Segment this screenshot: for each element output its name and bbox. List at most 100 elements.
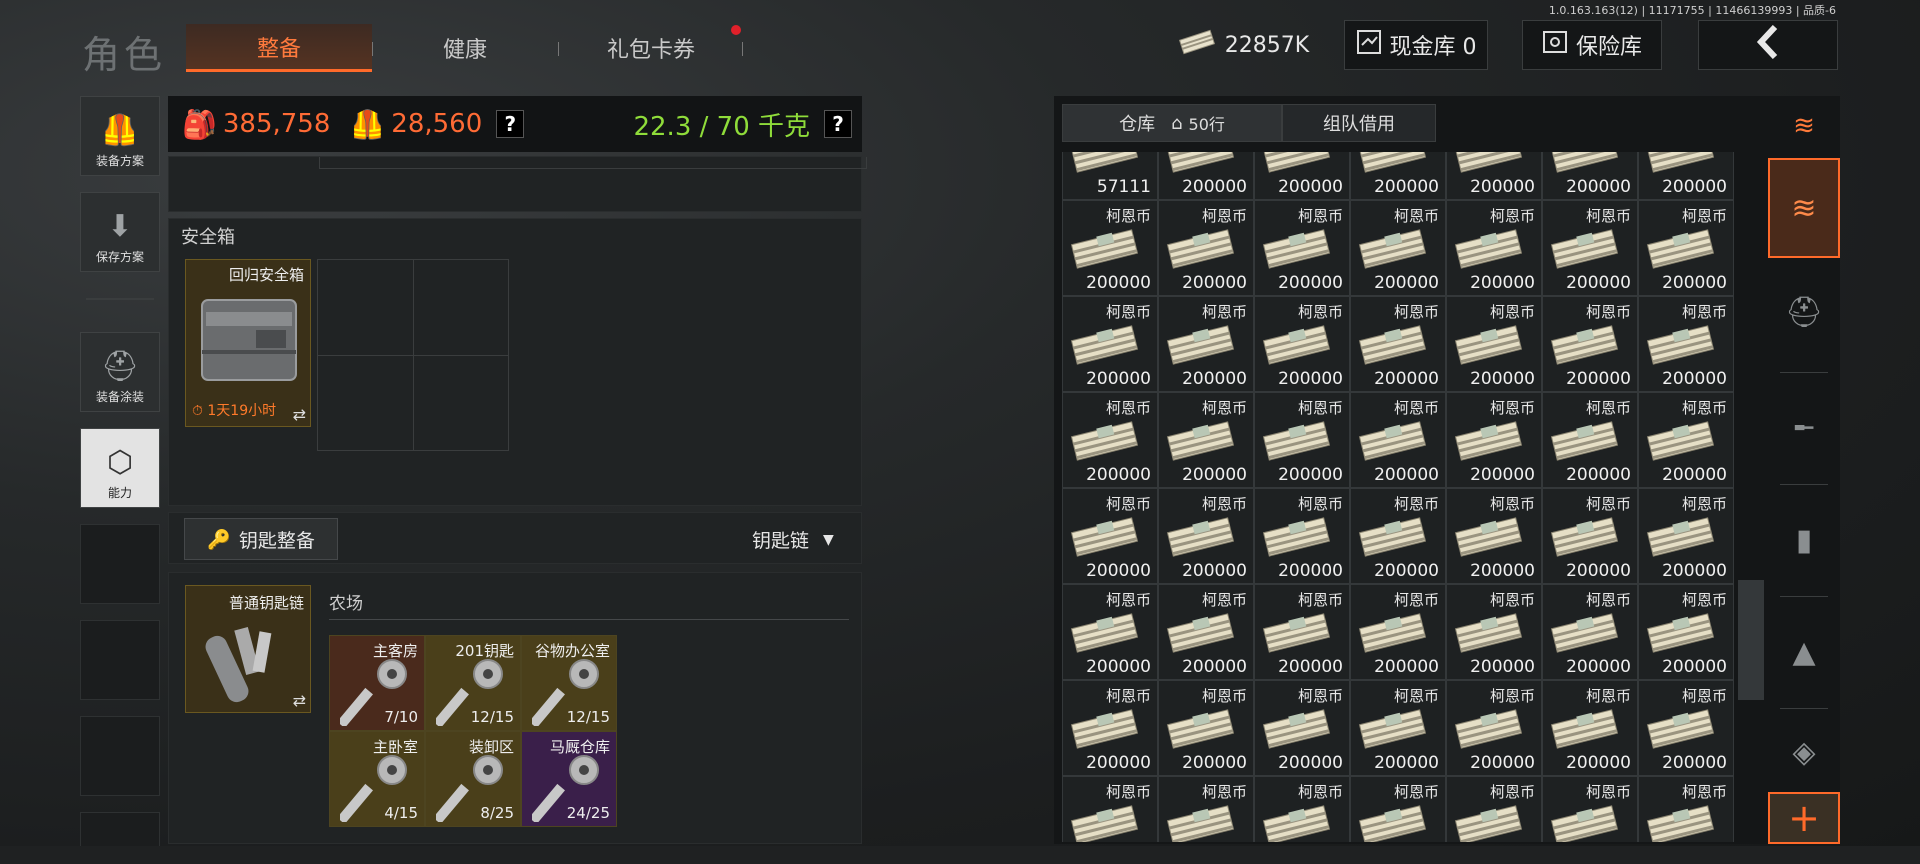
swap-icon[interactable]: ⇄ <box>293 405 306 424</box>
stash-item[interactable]: 柯恩币200000 <box>1158 488 1254 584</box>
stash-item[interactable]: 柯恩币200000 <box>1542 584 1638 680</box>
stash-item[interactable]: 柯恩币200000 <box>1638 776 1734 842</box>
stash-item[interactable]: 柯恩币200000 <box>1446 680 1542 776</box>
cash-vault-button[interactable]: 现金库 0 <box>1344 20 1488 70</box>
stash-item[interactable]: 柯恩币200000 <box>1254 200 1350 296</box>
stash-item[interactable]: 柯恩币200000 <box>1542 296 1638 392</box>
stash-item[interactable]: 柯恩币200000 <box>1350 152 1446 200</box>
stash-item[interactable]: 柯恩币200000 <box>1542 392 1638 488</box>
keychain-dropdown[interactable]: 钥匙链 ▼ <box>752 526 834 553</box>
stash-item[interactable]: 柯恩币200000 <box>1350 296 1446 392</box>
stash-item[interactable]: 柯恩币200000 <box>1638 392 1734 488</box>
stash-item[interactable]: 柯恩币200000 <box>1158 584 1254 680</box>
stash-item[interactable]: 柯恩币200000 <box>1446 392 1542 488</box>
stash-item[interactable]: 柯恩币200000 <box>1062 296 1158 392</box>
stash-item[interactable]: 柯恩币200000 <box>1350 776 1446 842</box>
loadout-plan-button[interactable]: 🦺 装备方案 <box>80 96 160 176</box>
stash-item[interactable]: 柯恩币200000 <box>1158 680 1254 776</box>
stash-item[interactable]: 柯恩币200000 <box>1446 200 1542 296</box>
add-button[interactable]: + <box>1768 792 1840 844</box>
stash-item[interactable]: 柯恩币200000 <box>1350 200 1446 296</box>
help-icon[interactable]: ? <box>496 110 525 138</box>
key-setup-button[interactable]: 🔑 钥匙整备 <box>184 518 338 560</box>
currency-display[interactable]: 22857K <box>1172 20 1314 70</box>
stash-item[interactable]: 柯恩币200000 <box>1350 488 1446 584</box>
stash-item[interactable]: 柯恩币200000 <box>1254 776 1350 842</box>
stash-item[interactable]: 柯恩币200000 <box>1350 584 1446 680</box>
top-bar: 1.0.163.163(12) | 11171755 | 11466139993… <box>0 0 1920 92</box>
key-item[interactable]: 201钥匙 12/15 <box>425 635 521 731</box>
stash-item[interactable]: 柯恩币200000 <box>1542 488 1638 584</box>
tab-outfit[interactable]: 整备 <box>186 24 372 72</box>
stash-item[interactable]: 柯恩币200000 <box>1254 152 1350 200</box>
layers-icon[interactable]: ≋ <box>1768 158 1840 258</box>
ability-button[interactable]: ⬡ 能力 <box>80 428 160 508</box>
stash-item-value: 200000 <box>1278 273 1343 293</box>
key-item[interactable]: 马厩仓库 24/25 <box>521 731 617 827</box>
swap-icon[interactable]: ⇄ <box>293 691 306 710</box>
stash-item[interactable]: 柯恩币200000 <box>1158 392 1254 488</box>
stash-item[interactable]: 柯恩币200000 <box>1350 680 1446 776</box>
key-item[interactable]: 装卸区 8/25 <box>425 731 521 827</box>
stash-scrollbar[interactable] <box>1738 580 1764 700</box>
tab-team-borrow[interactable]: 组队借用 <box>1282 104 1436 142</box>
stats-bar: 🎒 385,758 🦺 28,560 ? 22.3 / 70 千克 ? <box>168 96 862 152</box>
stash-item[interactable]: 柯恩币200000 <box>1446 488 1542 584</box>
key-item[interactable]: 谷物办公室 12/15 <box>521 635 617 731</box>
stash-item[interactable]: 柯恩币200000 <box>1638 680 1734 776</box>
save-plan-button[interactable]: ⬇ 保存方案 <box>80 192 160 272</box>
stash-item[interactable]: 柯恩币200000 <box>1638 584 1734 680</box>
keychain-item[interactable]: 普通钥匙链 ⇄ <box>185 585 311 713</box>
stash-item[interactable]: 柯恩币200000 <box>1158 200 1254 296</box>
stash-item[interactable]: 柯恩币200000 <box>1350 392 1446 488</box>
stash-item[interactable]: 柯恩币200000 <box>1062 392 1158 488</box>
magazine-icon[interactable]: ▮ <box>1768 490 1840 590</box>
stash-item[interactable]: 柯恩币200000 <box>1638 488 1734 584</box>
stash-item[interactable]: 柯恩币200000 <box>1446 584 1542 680</box>
stash-item[interactable]: 柯恩币200000 <box>1158 776 1254 842</box>
safe-button[interactable]: 保险库 <box>1522 20 1662 70</box>
stash-item[interactable]: 柯恩币200000 <box>1062 584 1158 680</box>
stash-item[interactable]: 柯恩币200000 <box>1062 776 1158 842</box>
rifle-icon[interactable]: ╾ <box>1768 378 1840 478</box>
stash-item[interactable]: 柯恩币200000 <box>1158 296 1254 392</box>
stash-item[interactable]: 柯恩币200000 <box>1062 200 1158 296</box>
tab-gift-cards[interactable]: 礼包卡券 <box>558 24 744 72</box>
stash-item[interactable]: 柯恩币200000 <box>1254 680 1350 776</box>
stash-item-name: 柯恩币 <box>1681 495 1727 513</box>
safe-box-item[interactable]: 回归安全箱 ⏱ 1天19小时 ⇄ <box>185 259 311 427</box>
stash-item[interactable]: 柯恩币200000 <box>1446 152 1542 200</box>
paint-button[interactable]: ⛑ 装备涂装 <box>80 332 160 412</box>
helmet-icon[interactable]: ⛑ <box>1768 262 1840 362</box>
layers-refresh-icon[interactable]: ≋ <box>1768 96 1840 156</box>
stash-item[interactable]: 柯恩币200000 <box>1446 296 1542 392</box>
stash-item[interactable]: 柯恩币200000 <box>1062 488 1158 584</box>
tab-health[interactable]: 健康 <box>372 24 558 72</box>
stash-item[interactable]: 柯恩币200000 <box>1542 680 1638 776</box>
stash-item[interactable]: 柯恩币200000 <box>1254 488 1350 584</box>
stash-item[interactable]: 柯恩币200000 <box>1638 152 1734 200</box>
weight-help-icon[interactable]: ? <box>824 110 852 138</box>
tab-warehouse[interactable]: 仓库 ⌂ 50行 <box>1062 104 1282 142</box>
stash-item[interactable]: 柯恩币200000 <box>1638 200 1734 296</box>
stash-item[interactable]: 柯恩币200000 <box>1254 584 1350 680</box>
key-item[interactable]: 主客房 7/10 <box>329 635 425 731</box>
stash-item[interactable]: 柯恩币200000 <box>1158 152 1254 200</box>
stash-item[interactable]: 柯恩币57111 <box>1062 152 1158 200</box>
bullet-icon[interactable]: ▲ <box>1768 602 1840 702</box>
stash-item[interactable]: 柯恩币200000 <box>1638 296 1734 392</box>
stash-item[interactable]: 柯恩币200000 <box>1062 680 1158 776</box>
stash-item-value: 200000 <box>1374 177 1439 197</box>
stash-item[interactable]: 柯恩币200000 <box>1542 776 1638 842</box>
lightning-badge-icon: ⬡ <box>106 445 134 480</box>
back-button[interactable] <box>1698 20 1838 70</box>
scope-icon[interactable]: ◈ <box>1768 714 1840 790</box>
safe-icon <box>1542 29 1568 61</box>
stash-item[interactable]: 柯恩币200000 <box>1254 296 1350 392</box>
key-item[interactable]: 主卧室 4/15 <box>329 731 425 827</box>
stash-item[interactable]: 柯恩币200000 <box>1542 152 1638 200</box>
stash-item[interactable]: 柯恩币200000 <box>1446 776 1542 842</box>
safe-box-timer-text: 1天19小时 <box>207 403 277 419</box>
stash-item[interactable]: 柯恩币200000 <box>1542 200 1638 296</box>
stash-item[interactable]: 柯恩币200000 <box>1254 392 1350 488</box>
